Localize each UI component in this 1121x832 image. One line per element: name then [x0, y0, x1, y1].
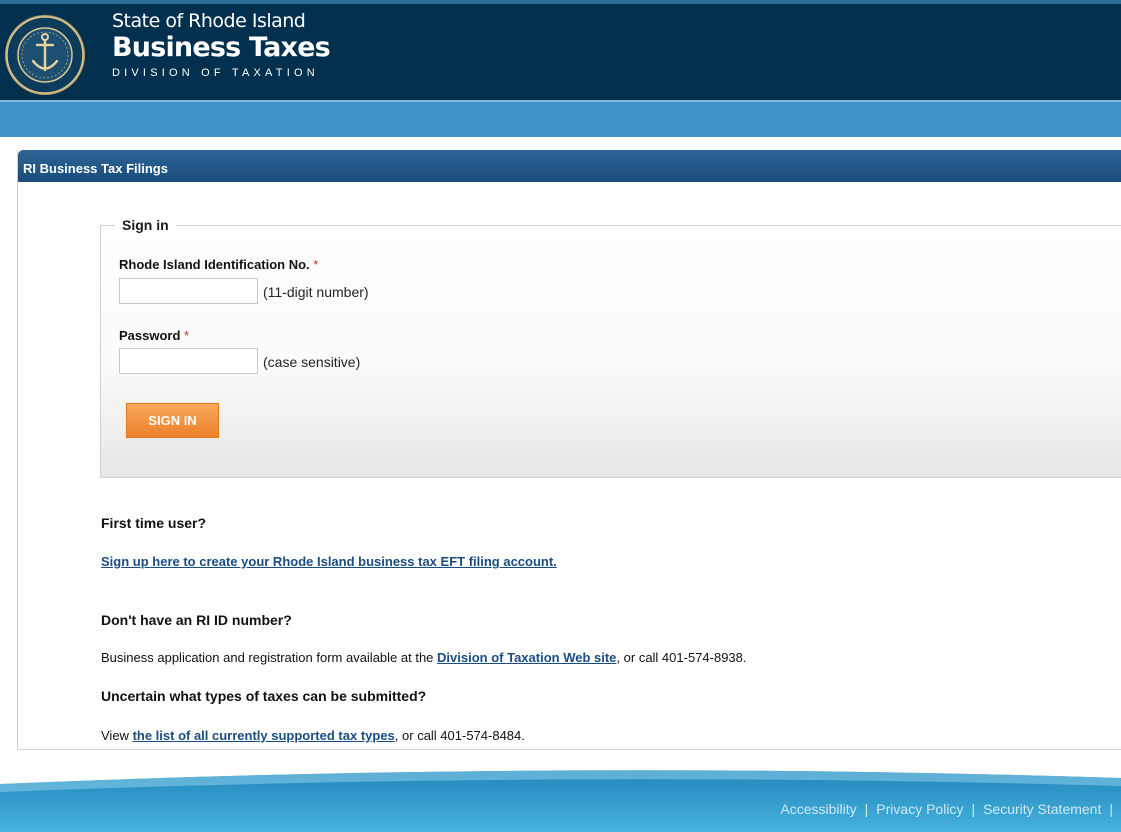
uncertain-heading: Uncertain what types of taxes can be sub… [101, 688, 427, 704]
signup-link[interactable]: Sign up here to create your Rhode Island… [101, 554, 557, 569]
panel-title: RI Business Tax Filings [18, 150, 1121, 182]
id-label-text: Rhode Island Identification No. [119, 257, 310, 272]
state-name: State of Rhode Island [112, 10, 306, 32]
footer-wave [0, 766, 1121, 792]
uncertain-text-after: , or call 401-574-8484. [394, 728, 525, 743]
privacy-policy-link[interactable]: Privacy Policy [876, 801, 963, 817]
filings-panel: RI Business Tax Filings Sign in Rhode Is… [17, 150, 1121, 750]
no-id-text-after: , or call 401-574-8938. [616, 650, 747, 665]
tax-types-link[interactable]: the list of all currently supported tax … [133, 728, 395, 743]
password-input[interactable] [119, 348, 258, 374]
password-label: Password * [119, 328, 189, 343]
uncertain-text: View the list of all currently supported… [101, 728, 525, 743]
nav-bar [0, 100, 1121, 137]
footer-separator: | [971, 801, 976, 817]
id-label: Rhode Island Identification No. * [119, 257, 318, 272]
no-id-text: Business application and registration fo… [101, 650, 747, 665]
ri-id-input[interactable] [119, 278, 258, 304]
required-mark: * [313, 257, 319, 272]
state-seal-icon [5, 15, 85, 95]
id-hint: (11-digit number) [263, 284, 369, 300]
security-statement-link[interactable]: Security Statement [983, 801, 1101, 817]
signin-fieldset: Sign in Rhode Island Identification No. … [100, 217, 1121, 478]
signup-line: Sign up here to create your Rhode Island… [101, 554, 557, 569]
first-time-heading: First time user? [101, 515, 207, 531]
password-label-text: Password [119, 328, 181, 343]
footer-links: Accessibility | Privacy Policy | Security St… [780, 801, 1121, 817]
no-id-text-before: Business application and registration fo… [101, 650, 438, 665]
division-name: DIVISION OF TAXATION [112, 67, 319, 79]
accessibility-link[interactable]: Accessibility [780, 801, 856, 817]
footer-separator: | [1109, 801, 1113, 817]
sign-in-button[interactable]: SIGN IN [126, 403, 219, 438]
required-mark: * [184, 328, 190, 343]
site-title: Business Taxes [112, 32, 331, 63]
uncertain-text-before: View [101, 728, 133, 743]
footer-separator: | [864, 801, 869, 817]
signin-legend: Sign in [115, 217, 176, 233]
division-website-link[interactable]: Division of Taxation Web site [437, 650, 616, 665]
site-header: State of Rhode Island Business Taxes DIV… [0, 0, 1121, 100]
no-id-heading: Don't have an RI ID number? [101, 612, 292, 628]
brand-block: State of Rhode Island Business Taxes DIV… [112, 10, 331, 81]
site-footer: Accessibility | Privacy Policy | Security St… [0, 766, 1121, 832]
password-hint: (case sensitive) [263, 354, 361, 370]
